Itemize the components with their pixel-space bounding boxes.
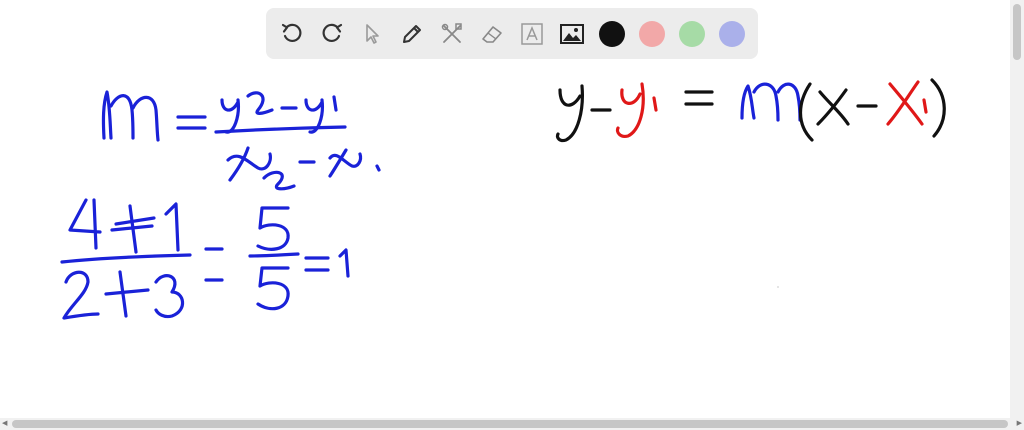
horizontal-scroll-thumb[interactable] bbox=[12, 420, 1008, 428]
eraser-icon bbox=[482, 25, 502, 43]
image-tool-button[interactable] bbox=[552, 14, 592, 54]
drawing-toolbar bbox=[266, 8, 758, 59]
image-icon bbox=[560, 23, 584, 44]
select-tool-button[interactable] bbox=[352, 14, 392, 54]
vertical-scroll-thumb[interactable] bbox=[1013, 4, 1021, 60]
color-green-swatch[interactable] bbox=[679, 20, 705, 47]
undo-button[interactable] bbox=[272, 14, 312, 54]
stray-dot bbox=[777, 286, 779, 288]
text-tool-button[interactable] bbox=[512, 14, 552, 54]
tools-button[interactable] bbox=[432, 14, 472, 54]
color-pink-swatch[interactable] bbox=[639, 20, 665, 47]
slope-formula-handwriting bbox=[101, 90, 381, 191]
color-black-swatch[interactable] bbox=[599, 20, 625, 47]
redo-button[interactable] bbox=[312, 14, 352, 54]
select-pointer-icon bbox=[366, 23, 379, 44]
undo-icon bbox=[281, 23, 302, 42]
whiteboard-canvas[interactable] bbox=[0, 60, 1010, 418]
vertical-scrollbar[interactable] bbox=[1010, 0, 1024, 418]
scroll-right-arrow-icon[interactable]: ▶ bbox=[1017, 418, 1022, 430]
color-lavender-swatch[interactable] bbox=[719, 20, 745, 47]
horizontal-scrollbar[interactable]: ◀ ▶ bbox=[0, 418, 1024, 430]
eraser-tool-button[interactable] bbox=[472, 14, 512, 54]
redo-icon bbox=[322, 23, 343, 42]
slope-calculation-handwriting bbox=[60, 198, 350, 320]
pen-tool-button[interactable] bbox=[392, 14, 432, 54]
pen-icon bbox=[403, 24, 421, 43]
point-slope-formula-handwriting bbox=[555, 78, 946, 143]
tools-icon bbox=[441, 22, 462, 43]
scroll-left-arrow-icon[interactable]: ◀ bbox=[2, 418, 7, 430]
text-icon bbox=[521, 22, 543, 45]
